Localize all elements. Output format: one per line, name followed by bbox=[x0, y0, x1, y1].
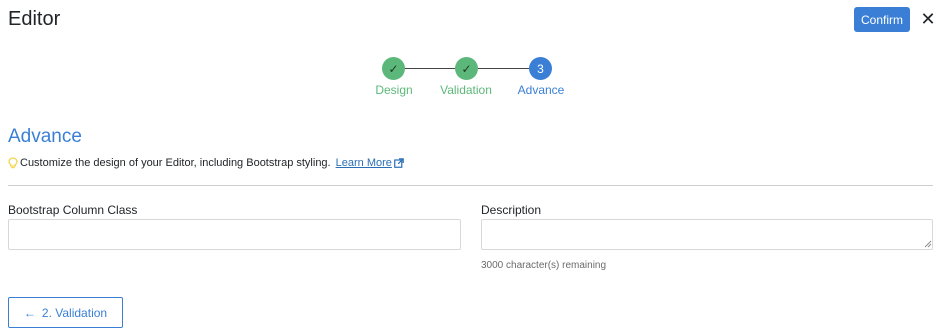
step-connector bbox=[405, 68, 455, 69]
section-divider bbox=[8, 185, 933, 186]
description-label: Description bbox=[481, 203, 542, 217]
learn-more-label: Learn More bbox=[335, 157, 392, 169]
step-connector bbox=[478, 68, 529, 69]
description-textarea[interactable] bbox=[481, 219, 933, 250]
back-to-validation-button[interactable]: ← 2. Validation bbox=[8, 297, 123, 328]
external-link-icon bbox=[394, 158, 404, 168]
arrow-left-icon: ← bbox=[23, 305, 36, 320]
step-advance-label[interactable]: Advance bbox=[518, 83, 565, 97]
close-icon[interactable]: ✕ bbox=[918, 8, 938, 30]
resize-handle-icon[interactable] bbox=[924, 240, 932, 248]
confirm-button[interactable]: Confirm bbox=[854, 7, 910, 32]
bootstrap-column-class-label: Bootstrap Column Class bbox=[8, 203, 138, 217]
editor-title: Editor bbox=[8, 8, 61, 30]
hint-text: Customize the design of your Editor, inc… bbox=[20, 157, 331, 169]
section-heading: Advance bbox=[8, 126, 82, 147]
lightbulb-icon bbox=[8, 157, 18, 169]
hint-row: Customize the design of your Editor, inc… bbox=[8, 157, 404, 169]
step-advance-number[interactable]: 3 bbox=[529, 57, 552, 80]
step-design-check-icon[interactable]: ✓ bbox=[382, 57, 405, 80]
step-validation-label[interactable]: Validation bbox=[440, 83, 492, 97]
bootstrap-column-class-input[interactable] bbox=[8, 219, 461, 250]
stepper: ✓ ✓ 3 Design Validation Advance bbox=[0, 57, 942, 101]
character-count: 3000 character(s) remaining bbox=[481, 260, 607, 271]
step-design-label[interactable]: Design bbox=[375, 83, 412, 97]
back-button-label: 2. Validation bbox=[41, 305, 108, 320]
step-validation-check-icon[interactable]: ✓ bbox=[455, 57, 478, 80]
learn-more-link[interactable]: Learn More bbox=[336, 157, 404, 169]
